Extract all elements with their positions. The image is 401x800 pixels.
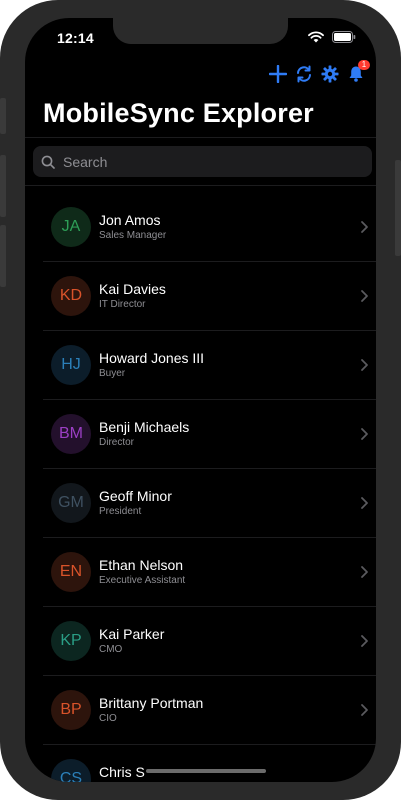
settings-button[interactable] <box>320 64 340 84</box>
list-item[interactable]: KD Kai Davies IT Director <box>43 262 376 331</box>
contact-info: Howard Jones III Buyer <box>99 350 204 380</box>
plus-icon <box>269 65 287 83</box>
list-item[interactable]: GM Geoff Minor President <box>43 469 376 538</box>
volume-down-button <box>0 225 6 287</box>
contact-title: IT Director <box>99 299 146 310</box>
contact-name: Kai Davies <box>99 281 166 297</box>
search-icon <box>41 155 55 169</box>
contact-info: Ethan Nelson Executive Assistant <box>99 557 185 587</box>
avatar: EN <box>51 552 91 592</box>
wifi-icon <box>308 30 324 48</box>
chevron-right-icon <box>361 359 368 371</box>
mute-switch <box>0 98 6 134</box>
contact-title: Sales Manager <box>99 230 167 241</box>
contact-info: Kai Parker CMO <box>99 626 164 656</box>
contact-list: JA Jon Amos Sales Manager KD Kai Davies IT Di… <box>43 193 376 782</box>
contact-info: Jon Amos Sales Manager <box>99 212 166 242</box>
avatar: BP <box>51 690 91 730</box>
battery-icon <box>332 30 356 48</box>
contact-info: Benji Michaels Director <box>99 419 189 449</box>
contact-name: Benji Michaels <box>99 419 190 435</box>
list-item[interactable]: BP Brittany Portman CIO <box>43 676 376 745</box>
gear-icon <box>321 65 339 83</box>
volume-up-button <box>0 155 6 217</box>
add-button[interactable] <box>268 64 288 84</box>
search-divider <box>25 185 376 186</box>
contact-name: Jon Amos <box>99 212 161 228</box>
home-indicator <box>146 769 266 773</box>
contact-title: Director <box>99 437 135 448</box>
chevron-right-icon <box>361 428 368 440</box>
list-item[interactable]: BM Benji Michaels Director <box>43 400 376 469</box>
status-time: 12:14 <box>57 30 94 46</box>
contact-name: Kai Parker <box>99 626 165 642</box>
screen: 12:14 1 MobileSync Explorer Search JA Jo… <box>25 18 376 782</box>
header-divider <box>25 137 376 138</box>
search-input[interactable] <box>61 152 345 171</box>
status-icons <box>308 30 356 48</box>
chevron-right-icon <box>361 497 368 509</box>
chevron-right-icon <box>361 773 368 782</box>
list-item[interactable]: JA Jon Amos Sales Manager <box>43 193 376 262</box>
list-item[interactable]: EN Ethan Nelson Executive Assistant <box>43 538 376 607</box>
page-title: MobileSync Explorer <box>43 98 314 128</box>
notification-badge: 1 <box>358 60 370 70</box>
power-button <box>395 160 401 256</box>
contact-name: Geoff Minor <box>99 488 172 504</box>
contact-title: CIO <box>99 713 117 724</box>
contact-name: Chris S <box>99 764 145 780</box>
sync-icon <box>297 65 311 83</box>
contact-info: Brittany Portman CIO <box>99 695 203 725</box>
chevron-right-icon <box>361 704 368 716</box>
avatar: KP <box>51 621 91 661</box>
contact-info: Geoff Minor President <box>99 488 172 518</box>
list-item[interactable]: CS Chris SArchitect <box>43 745 376 782</box>
avatar: GM <box>51 483 91 523</box>
chevron-right-icon <box>361 566 368 578</box>
list-item[interactable]: HJ Howard Jones III Buyer <box>43 331 376 400</box>
contact-title: Executive Assistant <box>99 575 186 586</box>
contact-name: Howard Jones III <box>99 350 205 366</box>
chevron-right-icon <box>361 635 368 647</box>
list-item[interactable]: KP Kai Parker CMO <box>43 607 376 676</box>
contact-name: Brittany Portman <box>99 695 204 711</box>
avatar: JA <box>51 207 91 247</box>
avatar: BM <box>51 414 91 454</box>
chevron-right-icon <box>361 221 368 233</box>
contact-info: Chris SArchitect <box>99 764 145 782</box>
contact-title: President <box>99 506 142 517</box>
device-frame: 12:14 1 MobileSync Explorer Search JA Jo… <box>0 0 401 800</box>
toolbar-actions: 1 <box>268 60 370 84</box>
notifications-button[interactable]: 1 <box>346 60 370 84</box>
contact-name: Ethan Nelson <box>99 557 184 573</box>
avatar: HJ <box>51 345 91 385</box>
contact-title: CMO <box>99 644 123 655</box>
avatar: CS <box>51 759 91 782</box>
notch <box>113 18 288 44</box>
sync-button[interactable] <box>294 64 314 84</box>
contact-title: Buyer <box>99 368 126 379</box>
contact-title: Architect <box>99 781 145 782</box>
search-bar[interactable] <box>33 146 372 177</box>
chevron-right-icon <box>361 290 368 302</box>
avatar: KD <box>51 276 91 316</box>
contact-info: Kai Davies IT Director <box>99 281 166 311</box>
